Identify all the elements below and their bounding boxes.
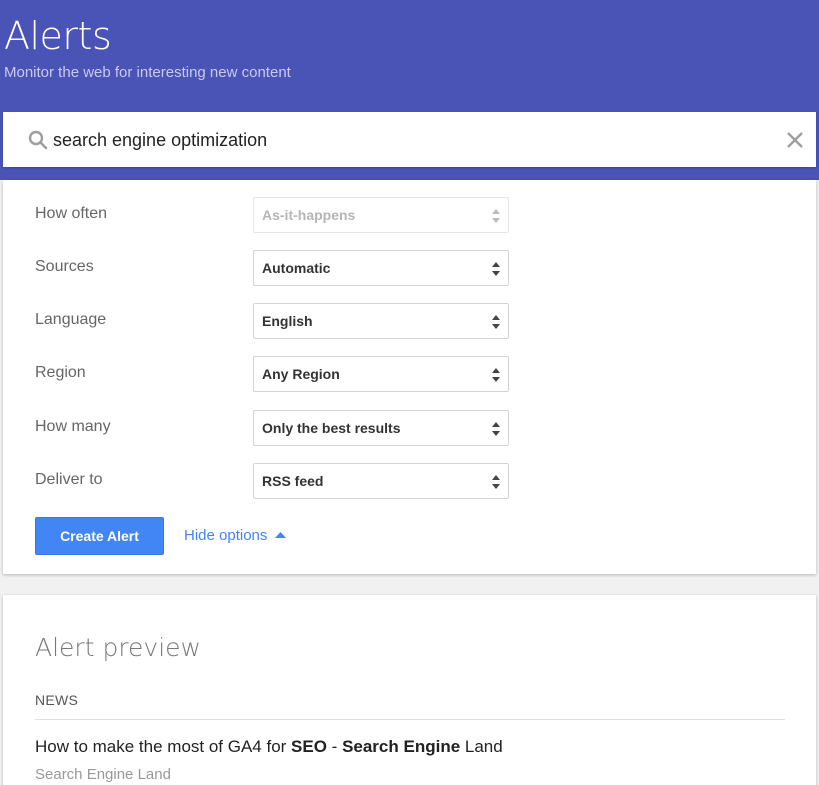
option-row-sources: Sources Automatic <box>3 250 816 286</box>
option-label: Region <box>35 364 86 381</box>
region-select[interactable]: Any Region <box>253 356 509 392</box>
option-value: Only the best results <box>262 420 401 436</box>
sources-select[interactable]: Automatic <box>253 250 509 286</box>
search-box[interactable] <box>3 112 816 167</box>
option-value: Automatic <box>262 260 331 276</box>
close-icon[interactable] <box>784 129 806 151</box>
result-source: Search Engine Land <box>35 766 171 783</box>
preview-title: Alert preview <box>35 633 202 662</box>
result-title-part: How to make the most of GA4 for <box>35 737 292 756</box>
create-alert-button[interactable]: Create Alert <box>35 517 164 555</box>
result-title-part: Land <box>460 737 503 756</box>
divider <box>35 719 785 720</box>
page-title: Alerts <box>4 14 112 58</box>
options-card: How often As-it-happens Sources Automati… <box>3 180 816 574</box>
result-title-part: - <box>326 737 343 756</box>
sort-arrows-icon <box>492 422 500 436</box>
sort-arrows-icon <box>492 368 500 382</box>
hide-options-link[interactable]: Hide options <box>184 527 287 544</box>
preview-card: Alert preview NEWS How to make the most … <box>3 595 816 785</box>
sort-arrows-icon <box>492 209 500 223</box>
sort-arrows-icon <box>492 262 500 276</box>
how-many-select[interactable]: Only the best results <box>253 410 509 446</box>
caret-up-icon <box>275 532 287 538</box>
option-row-language: Language English <box>3 303 816 339</box>
section-label: NEWS <box>35 692 79 708</box>
result-title-part-bold: Search Engine <box>342 737 461 756</box>
option-value: RSS feed <box>262 473 324 489</box>
search-input[interactable] <box>53 124 753 156</box>
sort-arrows-icon <box>492 315 500 329</box>
option-value: As-it-happens <box>262 207 356 223</box>
option-label: Deliver to <box>35 471 103 488</box>
option-label: Language <box>35 311 107 328</box>
option-row-deliver-to: Deliver to RSS feed <box>3 463 816 499</box>
option-label: How often <box>35 205 108 222</box>
language-select[interactable]: English <box>253 303 509 339</box>
search-icon <box>27 129 49 151</box>
option-row-how-many: How many Only the best results <box>3 410 816 446</box>
option-value: English <box>262 313 313 329</box>
option-row-region: Region Any Region <box>3 356 816 392</box>
result-title-link[interactable]: How to make the most of GA4 for SEO - Se… <box>35 737 503 757</box>
page-subtitle: Monitor the web for interesting new cont… <box>4 64 291 81</box>
hide-options-label: Hide options <box>184 527 268 544</box>
option-label: Sources <box>35 258 94 275</box>
option-row-how-often: How often As-it-happens <box>3 197 816 233</box>
sort-arrows-icon <box>492 475 500 489</box>
option-label: How many <box>35 418 111 435</box>
option-value: Any Region <box>262 366 340 382</box>
how-often-select: As-it-happens <box>253 197 509 233</box>
result-title-part-bold: SEO <box>291 737 327 756</box>
deliver-to-select[interactable]: RSS feed <box>253 463 509 499</box>
